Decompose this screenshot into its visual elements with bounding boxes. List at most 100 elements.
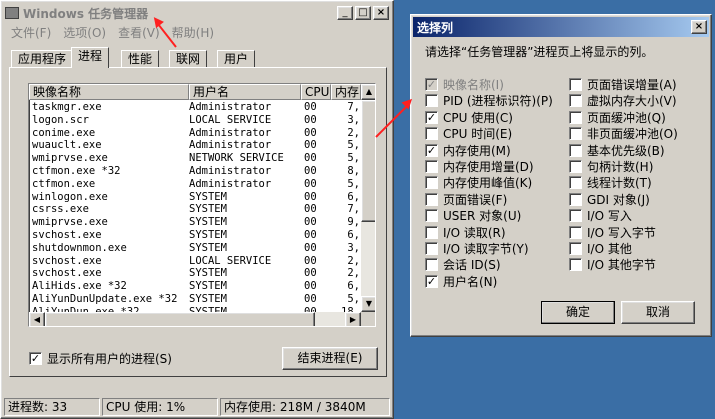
process-name-cell: conime.exe	[32, 126, 96, 139]
column-option-checkbox[interactable]	[425, 209, 438, 223]
process-name-cell: csrss.exe	[32, 203, 89, 216]
menu-help[interactable]: 帮助(H)	[166, 24, 220, 42]
tab-networking[interactable]: 联网	[169, 50, 208, 68]
column-option-label: 会话 ID(S)	[443, 258, 501, 273]
column-option-label: I/O 其他	[587, 242, 632, 256]
scroll-thumb[interactable]	[361, 100, 375, 222]
process-list[interactable]: 映像名称 用户名 CPU 内存 taskmgr.exe Administrator…	[28, 83, 376, 327]
app-icon	[5, 7, 19, 19]
process-user-cell: Administrator	[189, 126, 272, 139]
minimize-button[interactable]: _	[337, 6, 353, 20]
ok-button[interactable]: 确定	[541, 301, 615, 324]
tab-performance[interactable]: 性能	[121, 50, 160, 68]
tab-users[interactable]: 用户	[217, 50, 256, 68]
process-memory-cell: 3,	[347, 241, 359, 254]
task-manager-window: Windows 任务管理器 _ □ × 文件(F) 选项(O) 查看(V) 帮助…	[0, 0, 394, 419]
menu-options[interactable]: 选项(O)	[57, 24, 112, 42]
column-option-checkbox[interactable]	[425, 127, 438, 141]
restore-button[interactable]: □	[355, 6, 371, 20]
column-option-checkbox[interactable]	[569, 127, 582, 141]
table-row[interactable]: ctfmon.exe Administrator 00 5,	[32, 178, 359, 191]
process-user-cell: Administrator	[189, 139, 272, 152]
end-process-button[interactable]: 结束进程(E)	[282, 347, 378, 370]
table-row[interactable]: logon.scr LOCAL SERVICE 00 3,	[32, 114, 359, 127]
process-cpu-cell: 00	[304, 267, 317, 280]
column-option-label: I/O 读取(R)	[443, 225, 506, 240]
dialog-instruction: 请选择“任务管理器”进程页上将显示的列。	[425, 45, 654, 59]
column-option-checkbox[interactable]	[569, 242, 582, 255]
show-all-users-label[interactable]: 显示所有用户的进程(S)	[47, 350, 172, 367]
column-option-checkbox[interactable]	[569, 143, 582, 157]
table-row[interactable]: wmiprvse.exe SYSTEM 00 9,	[32, 216, 359, 229]
scroll-left-icon[interactable]: ◀	[29, 312, 45, 326]
column-option-label: 映像名称(I)	[443, 78, 504, 92]
process-cpu-cell: 00	[304, 165, 317, 177]
menu-file[interactable]: 文件(F)	[5, 24, 57, 42]
table-row[interactable]: conime.exe Administrator 00 2,	[32, 127, 359, 140]
column-option-label: 非页面缓冲池(O)	[587, 127, 678, 142]
column-option-checkbox[interactable]	[425, 94, 438, 108]
process-memory-cell: 5,	[347, 293, 359, 305]
hscroll-thumb[interactable]	[45, 312, 315, 326]
process-memory-cell: 5,	[347, 177, 359, 190]
column-header-image-name[interactable]: 映像名称	[29, 84, 189, 100]
column-option-checkbox[interactable]	[425, 242, 438, 255]
column-header-cpu[interactable]: CPU	[301, 84, 331, 100]
table-row[interactable]: svchost.exe SYSTEM 00 2,	[32, 267, 359, 280]
column-header-memory[interactable]: 内存	[331, 84, 361, 100]
scroll-down-icon[interactable]: ▼	[361, 296, 375, 312]
column-option-checkbox[interactable]: ✓	[425, 110, 438, 124]
column-option-checkbox[interactable]	[569, 94, 582, 108]
column-option-checkbox[interactable]	[569, 110, 582, 124]
column-option-checkbox[interactable]	[425, 225, 438, 239]
column-option-checkbox[interactable]	[569, 78, 582, 91]
column-option-checkbox[interactable]	[425, 258, 438, 272]
table-row[interactable]: ctfmon.exe *32 Administrator 00 8,	[32, 165, 359, 178]
table-row[interactable]: wuauclt.exe Administrator 00 5,	[32, 139, 359, 152]
column-option-checkbox[interactable]	[569, 192, 582, 206]
column-option-checkbox[interactable]	[569, 160, 582, 173]
horizontal-scrollbar[interactable]: ◀ ▶	[29, 312, 361, 326]
dialog-close-button[interactable]: ×	[691, 20, 707, 34]
process-user-cell: LOCAL SERVICE	[189, 113, 272, 126]
column-option-checkbox[interactable]	[569, 209, 582, 223]
column-header-user-name[interactable]: 用户名	[189, 84, 301, 100]
table-row[interactable]: taskmgr.exe Administrator 00 7,	[32, 101, 359, 114]
process-memory-cell: 6,	[347, 190, 359, 203]
scroll-up-icon[interactable]: ▲	[361, 84, 375, 100]
tab-applications[interactable]: 应用程序	[11, 50, 74, 68]
column-option-label: 虚拟内存大小(V)	[587, 94, 677, 109]
task-manager-titlebar[interactable]: Windows 任务管理器 _ □ ×	[3, 3, 391, 23]
dialog-titlebar[interactable]: 选择列 ×	[413, 17, 709, 37]
table-row[interactable]: AliHids.exe *32 SYSTEM 00 6,	[32, 280, 359, 293]
process-memory-cell: 6,	[347, 280, 359, 293]
table-row[interactable]: svchost.exe LOCAL SERVICE 00 2,	[32, 255, 359, 268]
column-option-checkbox[interactable]	[425, 192, 438, 206]
column-option-checkbox[interactable]	[569, 258, 582, 272]
column-option-checkbox[interactable]: ✓	[425, 274, 438, 288]
process-user-cell: SYSTEM	[189, 190, 227, 203]
process-cpu-cell: 00	[304, 139, 317, 152]
table-row[interactable]: csrss.exe SYSTEM 00 7,	[32, 203, 359, 216]
close-button[interactable]: ×	[373, 6, 389, 20]
column-option-checkbox[interactable]	[425, 160, 438, 173]
column-option-checkbox[interactable]	[425, 176, 438, 190]
process-cpu-cell: 00	[304, 254, 317, 267]
table-row[interactable]: svchost.exe SYSTEM 00 6,	[32, 229, 359, 242]
table-row[interactable]: AliYunDunUpdate.exe *32 SYSTEM 00 5,	[32, 293, 359, 306]
column-option-checkbox[interactable]	[569, 225, 582, 239]
table-row[interactable]: winlogon.exe SYSTEM 00 6,	[32, 191, 359, 204]
table-row[interactable]: wmiprvse.exe NETWORK SERVICE 00 5,	[32, 152, 359, 165]
column-option-checkbox[interactable]	[569, 176, 582, 190]
column-option-label: GDI 对象(J)	[587, 192, 650, 207]
vertical-scrollbar[interactable]: ▲ ▼	[361, 84, 375, 312]
show-all-users-checkbox[interactable]: ✓	[29, 352, 42, 365]
tab-processes[interactable]: 进程	[71, 47, 110, 68]
cancel-button[interactable]: 取消	[621, 301, 695, 324]
process-cpu-cell: 00	[304, 216, 317, 229]
column-option-label: I/O 写入字节	[587, 225, 656, 240]
scroll-right-icon[interactable]: ▶	[345, 312, 361, 326]
column-option-checkbox[interactable]: ✓	[425, 143, 438, 157]
process-user-cell: SYSTEM	[189, 241, 227, 254]
table-row[interactable]: shutdownmon.exe SYSTEM 00 3,	[32, 242, 359, 255]
